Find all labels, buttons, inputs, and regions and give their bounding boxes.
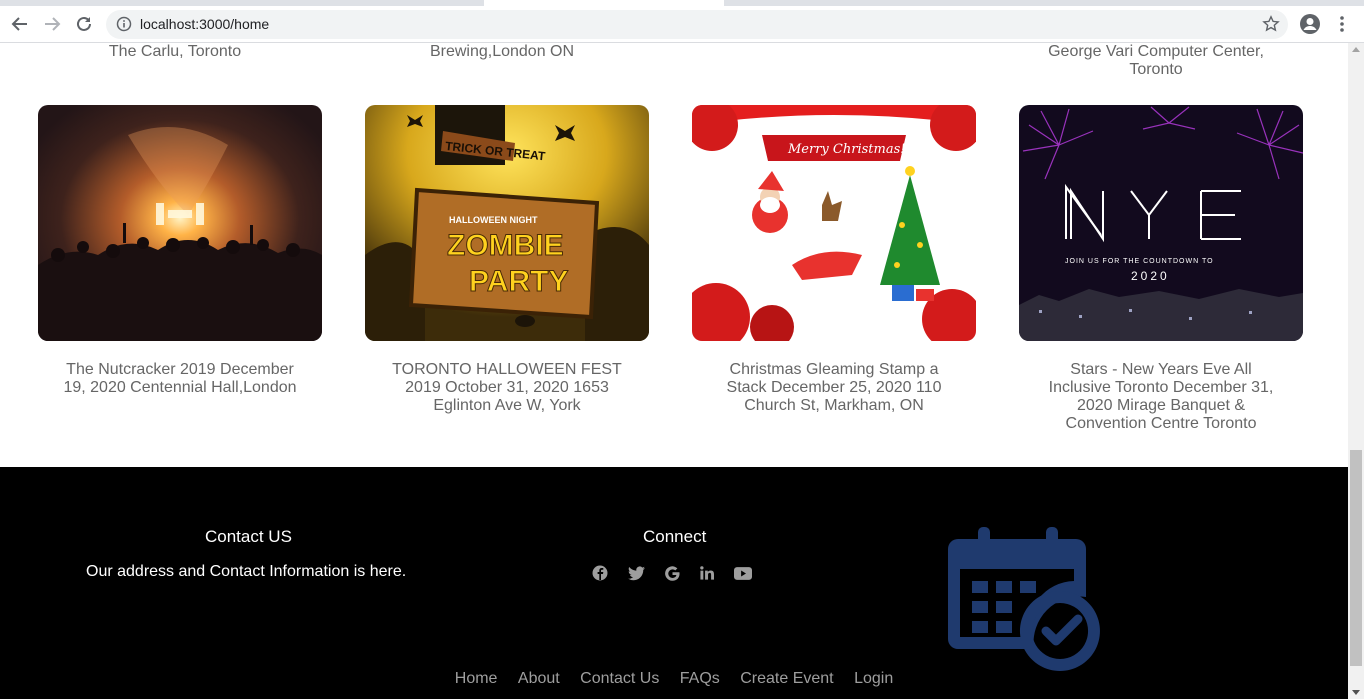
url-text[interactable]: localhost:3000/home xyxy=(140,16,269,33)
profile-avatar-icon[interactable] xyxy=(1299,13,1321,35)
google-icon[interactable] xyxy=(662,563,682,583)
site-footer: Contact US Our address and Contact Infor… xyxy=(0,467,1348,699)
forward-button[interactable] xyxy=(40,12,64,36)
info-icon[interactable] xyxy=(116,16,132,32)
reload-button[interactable] xyxy=(72,12,96,36)
back-button[interactable] xyxy=(8,12,32,36)
scroll-down-arrow-icon[interactable] xyxy=(1352,690,1360,695)
footer-link-about[interactable]: About xyxy=(518,670,560,687)
footer-link-login[interactable]: Login xyxy=(854,670,893,687)
image-text-2020: 2020 xyxy=(1131,269,1170,283)
image-text-zombie: ZOMBIE xyxy=(447,229,564,262)
image-text-party: PARTY xyxy=(469,265,568,298)
prev-event-caption[interactable]: The Carlu, Toronto xyxy=(33,43,317,61)
footer-link-faqs[interactable]: FAQs xyxy=(680,670,720,687)
image-text-merry-christmas: Merry Christmas! xyxy=(787,142,905,157)
arrow-left-icon xyxy=(11,17,27,31)
scrollbar-thumb[interactable] xyxy=(1350,450,1362,666)
event-caption[interactable]: TORONTO HALLOWEEN FEST 2019 October 31, … xyxy=(365,361,649,415)
bookmark-star-icon[interactable] xyxy=(1262,15,1280,33)
image-text-countdown: JOIN US FOR THE COUNTDOWN TO xyxy=(1065,258,1214,265)
event-caption[interactable]: Stars - New Years Eve All Inclusive Toro… xyxy=(1014,361,1308,433)
reload-icon xyxy=(77,16,91,31)
vertical-scrollbar[interactable] xyxy=(1348,43,1364,699)
page-viewport: The Carlu, Toronto Brewing,London ON Geo… xyxy=(0,43,1348,699)
image-text-halloween-night: HALLOWEEN NIGHT xyxy=(449,215,538,225)
footer-link-contact-us[interactable]: Contact Us xyxy=(580,670,659,687)
prev-event-caption[interactable]: George Vari Computer Center, Toronto xyxy=(1014,43,1298,79)
event-caption[interactable]: The Nutcracker 2019 December 19, 2020 Ce… xyxy=(38,361,322,397)
event-image-christmas[interactable]: Merry Christmas! xyxy=(692,105,976,341)
kebab-menu-icon[interactable] xyxy=(1332,13,1352,35)
event-image-zombie-party[interactable]: TRICK OR TREAT HALLOWEEN NIGHT ZOMBIE PA… xyxy=(365,105,649,341)
twitter-icon[interactable] xyxy=(626,563,646,583)
connect-title: Connect xyxy=(643,527,707,546)
youtube-icon[interactable] xyxy=(733,563,753,583)
arrow-right-icon xyxy=(45,17,61,31)
event-image-nye[interactable]: JOIN US FOR THE COUNTDOWN TO 2020 xyxy=(1019,105,1303,341)
footer-nav: Home About Contact Us FAQs Create Event … xyxy=(0,670,1348,688)
contact-info-text: Our address and Contact Information is h… xyxy=(86,563,407,580)
facebook-icon[interactable] xyxy=(590,563,610,583)
footer-link-create-event[interactable]: Create Event xyxy=(740,670,833,687)
calendar-check-icon xyxy=(948,527,1100,671)
address-bar[interactable]: localhost:3000/home xyxy=(106,10,1288,39)
event-image-concert[interactable] xyxy=(38,105,322,341)
event-caption[interactable]: Christmas Gleaming Stamp a Stack Decembe… xyxy=(692,361,976,415)
contact-us-title: Contact US xyxy=(205,527,292,546)
browser-toolbar: localhost:3000/home xyxy=(0,6,1364,43)
footer-link-home[interactable]: Home xyxy=(455,670,498,687)
prev-event-caption[interactable]: Brewing,London ON xyxy=(360,43,644,61)
linkedin-icon[interactable] xyxy=(697,563,717,583)
scroll-up-arrow-icon[interactable] xyxy=(1352,47,1360,52)
